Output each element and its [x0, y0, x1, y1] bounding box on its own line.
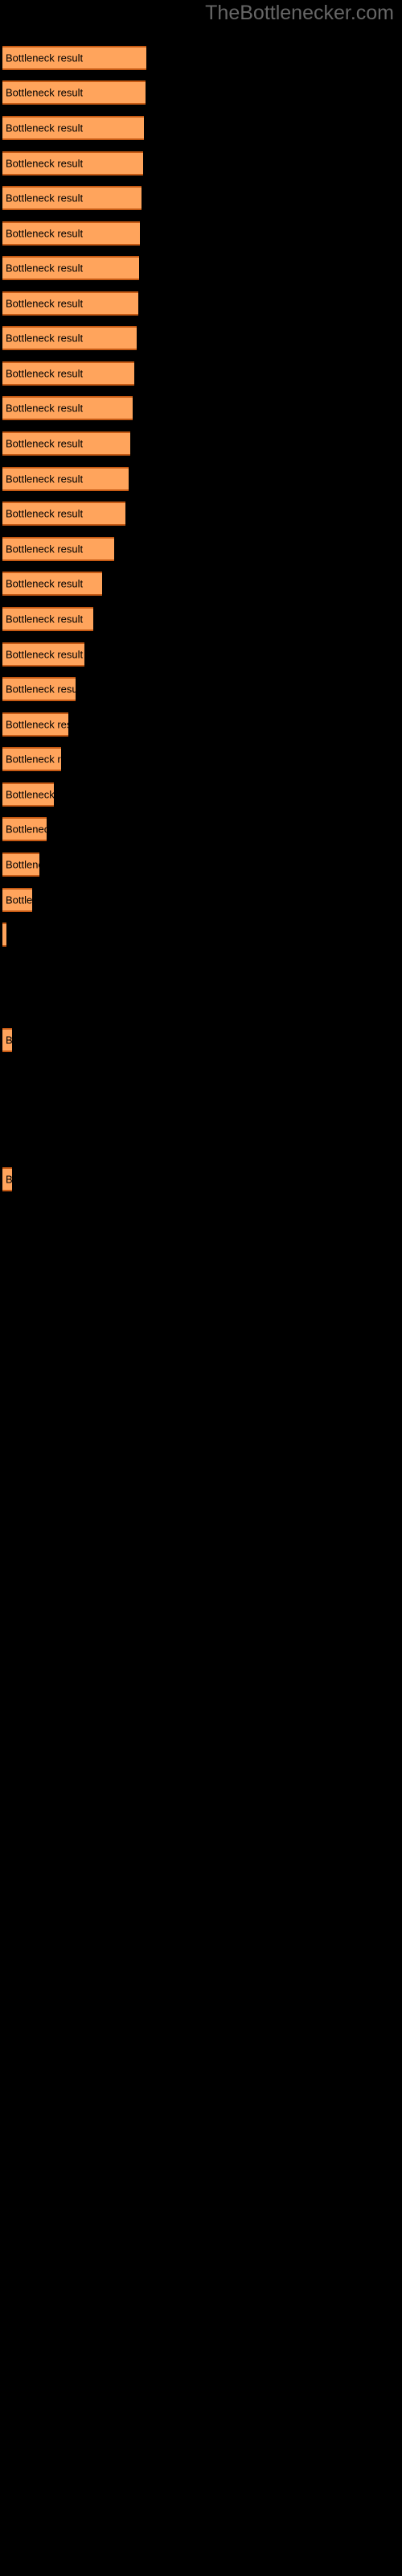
bar[interactable]: Bottleneck result	[2, 923, 6, 947]
bar[interactable]: Bottleneck result	[2, 817, 47, 841]
bar-label: Bottleneck result	[6, 157, 84, 170]
bar[interactable]: Bottleneck result	[2, 326, 137, 350]
bar[interactable]: Bottleneck result	[2, 256, 139, 280]
bar[interactable]: Bottleneck result	[2, 80, 146, 105]
bar-label: Bottleneck result	[6, 192, 84, 204]
bar[interactable]: Bottleneck result	[2, 502, 125, 526]
bar[interactable]: Bottleneck result	[2, 712, 68, 737]
bar[interactable]: Bottleneck result	[2, 396, 133, 420]
bar-label: Bottleneck result	[6, 613, 84, 625]
bar-label: Bottleneck result	[6, 1034, 12, 1046]
bar-label: Bottleneck result	[6, 86, 84, 99]
bar-label: Bottleneck result	[6, 823, 47, 836]
bar[interactable]: Bottleneck result	[2, 221, 140, 246]
bar[interactable]: Bottleneck result	[2, 572, 102, 596]
bar-label: Bottleneck result	[6, 577, 84, 590]
bar-label: Bottleneck result	[6, 367, 84, 380]
bottleneck-bar-chart: TheBottlenecker.com Bottleneck result Bot…	[0, 0, 402, 2576]
bar-label: Bottleneck result	[6, 788, 54, 801]
bar-label: Bottleneck result	[6, 227, 84, 240]
bar[interactable]: Bottleneck result	[2, 677, 76, 701]
bar-label: Bottleneck result	[6, 753, 61, 766]
bar[interactable]: Bottleneck result	[2, 467, 129, 491]
bar[interactable]: Bottleneck result	[2, 537, 114, 561]
bar-label: Bottleneck result	[6, 648, 84, 661]
bar[interactable]: Bottleneck result	[2, 46, 146, 70]
bar-label: Bottleneck result	[6, 894, 32, 906]
bar[interactable]: Bottleneck result	[2, 607, 93, 631]
bar[interactable]: Bottleneck result	[2, 747, 61, 771]
bar[interactable]: Bottleneck result	[2, 116, 144, 140]
bar[interactable]: Bottleneck result	[2, 431, 130, 456]
bar-label: Bottleneck result	[6, 52, 84, 64]
bar-label: Bottleneck result	[6, 297, 84, 310]
bar[interactable]: Bottleneck result	[2, 642, 84, 667]
bar-label: Bottleneck result	[6, 718, 68, 731]
bar-label: Bottleneck result	[6, 437, 84, 450]
bar-label: Bottleneck result	[6, 122, 84, 134]
bar[interactable]: Bottleneck result	[2, 291, 138, 316]
bar[interactable]: Bottleneck result	[2, 1167, 12, 1191]
bar[interactable]: Bottleneck result	[2, 1028, 12, 1052]
bar-label: Bottleneck result	[6, 543, 84, 555]
bar-label: Bottleneck result	[6, 1173, 12, 1186]
bar[interactable]: Bottleneck result	[2, 782, 54, 807]
bar[interactable]: Bottleneck result	[2, 888, 32, 912]
bar-label: Bottleneck result	[6, 507, 84, 520]
bar-label: Bottleneck result	[6, 262, 84, 275]
bar-label: Bottleneck result	[6, 332, 84, 345]
bar[interactable]: Bottleneck result	[2, 186, 142, 210]
bar[interactable]: Bottleneck result	[2, 361, 134, 386]
site-title: TheBottlenecker.com	[205, 2, 394, 24]
bar-label: Bottleneck result	[6, 858, 39, 871]
bar[interactable]: Bottleneck result	[2, 151, 143, 175]
bar-label: Bottleneck result	[6, 473, 84, 485]
bar[interactable]: Bottleneck result	[2, 852, 39, 877]
bar-label: Bottleneck result	[6, 402, 84, 415]
bar-label: Bottleneck result	[6, 683, 76, 696]
